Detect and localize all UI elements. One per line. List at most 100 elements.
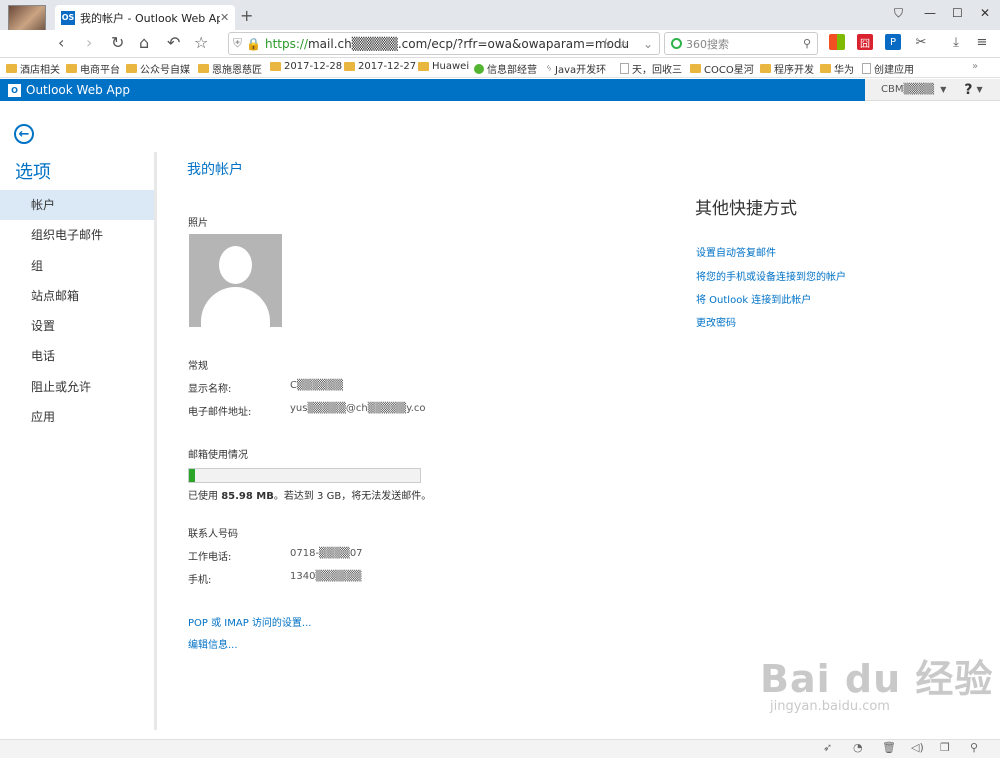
shortcut-connect-phone-link[interactable]: 将您的手机或设备连接到您的帐户 bbox=[696, 268, 846, 283]
maximize-icon[interactable]: ☐ bbox=[952, 6, 963, 20]
mailbox-usage-bar bbox=[188, 468, 421, 483]
close-window-icon[interactable]: ✕ bbox=[980, 6, 990, 20]
menu-icon[interactable]: ≡ bbox=[974, 34, 990, 50]
email-value: yus▒▒▒▒▒@ch▒▒▒▒▒y.co bbox=[290, 403, 426, 414]
folder-icon bbox=[344, 62, 355, 71]
bookmark-item[interactable]: 信息部经营 bbox=[474, 61, 537, 76]
help-icon[interactable]: ? bbox=[964, 82, 972, 98]
browser-status-bar bbox=[0, 739, 1000, 758]
chevron-down-icon[interactable]: ▼ bbox=[977, 85, 983, 94]
folder-icon bbox=[198, 64, 209, 73]
folder-icon bbox=[820, 64, 831, 73]
sidebar-item-apps[interactable]: 应用 bbox=[0, 402, 154, 432]
bookmark-item[interactable]: 2017-12-28 bbox=[270, 61, 342, 72]
download-icon[interactable]: ⤓ bbox=[948, 34, 964, 50]
new-tab-icon[interactable]: + bbox=[240, 6, 253, 25]
folder-icon bbox=[6, 64, 17, 73]
email-label: 电子邮件地址: bbox=[188, 407, 252, 418]
zoom-icon[interactable]: ⚲ bbox=[970, 741, 978, 754]
shortcuts-title: 其他快捷方式 bbox=[695, 199, 797, 219]
user-menu[interactable]: CBM▒▒▒▒ bbox=[881, 84, 934, 95]
chevron-down-icon[interactable]: ⌄ bbox=[643, 37, 653, 51]
bookmark-item[interactable]: ᛃ Java开发环 bbox=[546, 61, 606, 76]
minimize-icon[interactable]: — bbox=[924, 6, 936, 20]
refresh-icon[interactable]: ↻ bbox=[111, 33, 124, 52]
bookmark-item[interactable]: COCO星河 bbox=[690, 61, 754, 76]
browser-tab-active[interactable]: OS 我的帐户 - Outlook Web App ✕ bbox=[55, 5, 235, 30]
search-placeholder: 360搜索 bbox=[686, 37, 729, 51]
owa-header: O Outlook Web App bbox=[0, 79, 865, 101]
bookmark-item[interactable]: 2017-12-27 bbox=[344, 61, 416, 72]
extension-p-icon[interactable]: P bbox=[885, 34, 901, 50]
url-bar[interactable]: ⛨ 🔒 https:// mail.ch▒▒▒▒▒.com/ecp/?rfr=o… bbox=[228, 32, 660, 55]
shirt-skin-icon[interactable]: ⛉ bbox=[894, 6, 903, 21]
rocket-icon[interactable]: ➶ bbox=[823, 741, 832, 754]
address-toolbar: ‹ › ↻ ⌂ ↶ ☆ ⛨ 🔒 https:// mail.ch▒▒▒▒▒.co… bbox=[0, 30, 1000, 58]
volume-icon[interactable]: ◁) bbox=[911, 741, 924, 754]
bookmark-item[interactable]: 恩施恩慈匠 bbox=[198, 61, 262, 76]
mailbox-usage-fill bbox=[189, 469, 196, 482]
sidebar-item-phone[interactable]: 电话 bbox=[0, 341, 154, 371]
bookmark-item[interactable]: 程序开发 bbox=[760, 61, 814, 76]
close-tab-icon[interactable]: ✕ bbox=[220, 11, 229, 24]
speed-icon[interactable]: ◔ bbox=[853, 741, 863, 754]
folder-icon bbox=[418, 62, 429, 71]
mailbox-usage-label: 邮箱使用情况 bbox=[188, 450, 248, 461]
bookmark-item[interactable]: 酒店相关 bbox=[6, 61, 60, 76]
bookmark-item[interactable]: Huawei bbox=[418, 61, 469, 72]
contact-numbers-label: 联系人号码 bbox=[188, 529, 238, 540]
apps-grid-icon[interactable] bbox=[829, 34, 845, 50]
folder-icon bbox=[760, 64, 771, 73]
sidebar-item-settings[interactable]: 设置 bbox=[0, 311, 154, 341]
shortcut-change-password-link[interactable]: 更改密码 bbox=[696, 314, 736, 329]
sidebar-item-groups[interactable]: 组 bbox=[0, 251, 154, 281]
favorite-star-icon[interactable]: ☆ bbox=[194, 33, 208, 52]
edit-info-link[interactable]: 编辑信息... bbox=[188, 636, 238, 651]
sidebar-item-account[interactable]: 帐户 bbox=[0, 190, 154, 221]
lightning-icon[interactable]: ϟ bbox=[603, 37, 611, 51]
home-icon[interactable]: ⌂ bbox=[139, 33, 149, 52]
extension-red-icon[interactable]: 囧 bbox=[857, 34, 873, 50]
bookmark-item[interactable]: 公众号自媒 bbox=[126, 61, 190, 76]
search-icon[interactable]: ⚲ bbox=[803, 37, 811, 50]
bookmark-item[interactable]: 电商平台 bbox=[66, 61, 120, 76]
shield-icon: ⛨ bbox=[233, 36, 243, 50]
url-protocol: https:// bbox=[264, 36, 308, 51]
page-icon bbox=[620, 63, 629, 74]
forward-icon[interactable]: › bbox=[86, 33, 92, 52]
scissors-icon[interactable]: ✂ bbox=[913, 34, 929, 50]
bookmark-item[interactable]: 天，回收三 bbox=[620, 61, 682, 76]
sidebar-item-site-mailboxes[interactable]: 站点邮箱 bbox=[0, 281, 154, 311]
shortcut-connect-outlook-link[interactable]: 将 Outlook 连接到此帐户 bbox=[696, 291, 811, 306]
undo-close-icon[interactable]: ↶ bbox=[167, 33, 180, 52]
sidebar-item-block-allow[interactable]: 阻止或允许 bbox=[0, 372, 154, 402]
pop-imap-settings-link[interactable]: POP 或 IMAP 访问的设置... bbox=[188, 614, 311, 629]
owa-user-area: CBM▒▒▒▒ ▼ ? ▼ bbox=[865, 79, 1000, 101]
more-bookmarks-icon[interactable]: » bbox=[972, 61, 978, 72]
watermark-big: Bai du 经验 bbox=[760, 657, 994, 701]
back-icon[interactable]: ‹ bbox=[58, 33, 64, 52]
folder-icon bbox=[66, 64, 77, 73]
chevron-down-icon[interactable]: ▼ bbox=[940, 85, 946, 94]
owa-app-name[interactable]: Outlook Web App bbox=[26, 83, 130, 97]
tab-title: 我的帐户 - Outlook Web App bbox=[80, 11, 220, 25]
search-box[interactable]: 360搜索 ⚲ bbox=[664, 32, 818, 55]
page-icon bbox=[862, 63, 871, 74]
shortcut-auto-reply-link[interactable]: 设置自动答复邮件 bbox=[696, 244, 776, 259]
person-head-icon bbox=[219, 246, 252, 284]
options-title: 选项 bbox=[15, 162, 51, 183]
window-icon[interactable]: ❐ bbox=[940, 741, 950, 754]
folder-icon bbox=[690, 64, 701, 73]
mobile-value: 1340▒▒▒▒▒▒ bbox=[290, 571, 362, 582]
back-arrow-icon[interactable]: ← bbox=[14, 124, 34, 144]
bookmark-item[interactable]: 华为 bbox=[820, 61, 854, 76]
360-logo-icon bbox=[671, 38, 682, 49]
bookmark-star-icon[interactable]: ☆ bbox=[618, 37, 629, 51]
folder-icon bbox=[270, 62, 281, 71]
trash-icon[interactable]: 🗑 bbox=[882, 741, 896, 754]
page-title: 我的帐户 bbox=[187, 162, 243, 178]
sidebar-item-org-email[interactable]: 组织电子邮件 bbox=[0, 220, 154, 250]
usage-prefix: 已使用 bbox=[188, 491, 218, 502]
options-sidebar: 帐户 组织电子邮件 组 站点邮箱 设置 电话 阻止或允许 应用 bbox=[0, 190, 154, 432]
bookmark-item[interactable]: 创建应用 bbox=[862, 61, 914, 76]
